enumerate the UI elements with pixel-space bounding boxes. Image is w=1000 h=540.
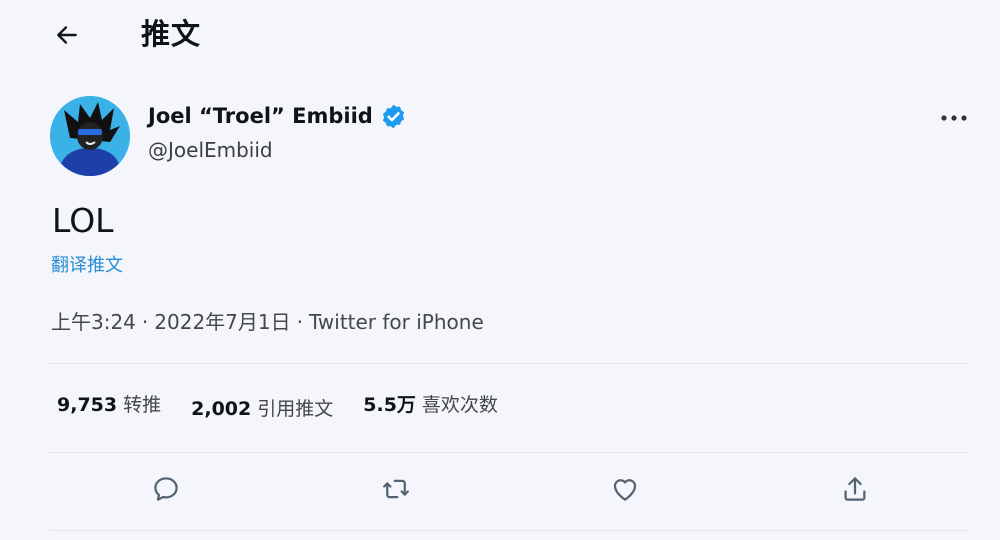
retweets-stat[interactable]: 9,753 转推 (57, 390, 161, 420)
meta-separator: · (296, 310, 303, 334)
quotes-stat[interactable]: 2,002 引用推文 (191, 394, 333, 424)
verified-badge-icon (380, 103, 407, 130)
share-icon (844, 477, 866, 501)
more-button[interactable] (936, 104, 972, 132)
tweet-text: LOL (52, 201, 114, 240)
share-button[interactable] (835, 469, 875, 509)
arrow-left-icon (57, 26, 77, 44)
reply-button[interactable] (146, 469, 186, 509)
display-name: Joel “Troel” Embiid (148, 104, 373, 128)
divider (50, 363, 970, 364)
likes-stat[interactable]: 5.5万 喜欢次数 (363, 390, 498, 420)
likes-count: 5.5万 (363, 394, 416, 416)
tweet-source[interactable]: Twitter for iPhone (309, 310, 484, 334)
avatar[interactable] (50, 96, 130, 176)
tweet-meta: 上午3:24 · 2022年7月1日 · Twitter for iPhone (51, 307, 484, 337)
retweets-count: 9,753 (57, 394, 118, 416)
retweet-icon (383, 479, 409, 499)
more-horizontal-icon (941, 115, 967, 121)
translate-tweet-link[interactable]: 翻译推文 (51, 253, 123, 279)
divider (50, 452, 970, 453)
quotes-label: 引用推文 (257, 398, 334, 420)
like-button[interactable] (605, 469, 645, 509)
retweets-label: 转推 (123, 394, 162, 416)
author-handle[interactable]: @JoelEmbiid (148, 136, 273, 164)
meta-separator: · (141, 310, 149, 334)
tweet-date[interactable]: 2022年7月1日 (154, 310, 290, 334)
likes-label: 喜欢次数 (421, 394, 498, 416)
divider (50, 530, 970, 531)
heart-icon (613, 479, 637, 501)
tweet-detail-page: 推文 Joel “Troel” Embiid @JoelEmbiid LOL 翻… (0, 0, 1000, 540)
engagement-stats: 9,753 转推 2,002 引用推文 5.5万 喜欢次数 (57, 390, 528, 420)
reply-icon (154, 477, 178, 501)
tweet-time[interactable]: 上午3:24 (51, 310, 136, 334)
retweet-button[interactable] (376, 469, 416, 509)
quotes-count: 2,002 (191, 398, 252, 420)
page-title: 推文 (141, 17, 202, 51)
avatar-image (50, 96, 130, 176)
back-button[interactable] (50, 18, 84, 52)
author-name-row[interactable]: Joel “Troel” Embiid (148, 101, 407, 131)
